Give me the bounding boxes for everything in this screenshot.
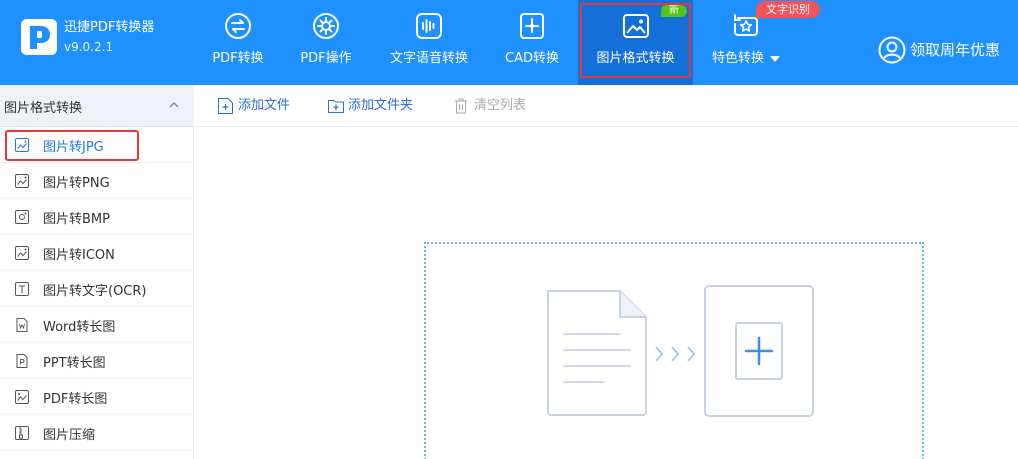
app-version: v9.0.2.1 [64, 40, 114, 54]
image-file-icon [15, 174, 29, 188]
app-logo-icon [21, 19, 57, 55]
ppt-doc-icon [16, 354, 28, 368]
file-drop-zone[interactable] [424, 242, 924, 459]
app-name: 迅捷PDF转换器 [64, 20, 155, 35]
chevron-up-icon [169, 102, 179, 108]
sidebar-item-pdf-to-long-image[interactable]: PDF转长图 [0, 379, 194, 415]
nav-label: CAD转换 [505, 51, 559, 66]
image-file-icon [15, 210, 29, 224]
add-file-icon [218, 98, 233, 114]
cad-drawing-icon [520, 13, 544, 39]
top-bar: 迅捷PDF转换器 v9.0.2.1 PDF转换 PDF操作 文字语音转换 CAD… [0, 0, 1018, 85]
sidebar-item-label: 图片转ICON [43, 248, 115, 263]
sidebar-item-image-to-icon[interactable]: 图片转ICON [0, 235, 194, 271]
add-file-button[interactable]: 添加文件 [217, 96, 301, 116]
drop-file-illustration-icon [547, 285, 814, 417]
text-box-icon [15, 282, 29, 296]
add-folder-label: 添加文件夹 [348, 98, 414, 113]
audio-wave-icon [416, 13, 442, 39]
highlight-frame [580, 3, 691, 78]
compress-file-icon [15, 426, 29, 440]
user-avatar-icon [878, 36, 906, 64]
sidebar-item-image-compress[interactable]: 图片压缩 [0, 415, 194, 451]
nav-pdf-convert[interactable]: PDF转换 [203, 0, 273, 85]
word-doc-icon [16, 318, 28, 332]
dropdown-caret-icon [770, 55, 780, 62]
sidebar-item-label: 图片转文字(OCR) [43, 284, 147, 299]
nav-label-text: 特色转换 [711, 51, 764, 66]
nav-text-voice-convert[interactable]: 文字语音转换 [383, 0, 475, 85]
clear-list-button[interactable]: 清空列表 [453, 96, 535, 116]
sidebar-item-label: 图片转BMP [43, 212, 110, 227]
image-file-icon [15, 246, 29, 260]
sidebar: 图片格式转换 图片转JPG 图片转PNG 图片转BMP 图片转ICON 图片转文… [0, 85, 194, 459]
nav-label: PDF转换 [212, 51, 264, 66]
sidebar-item-label: Word转长图 [43, 320, 116, 335]
sidebar-item-label: PDF转长图 [43, 392, 108, 407]
trash-icon [455, 98, 467, 114]
clear-list-label: 清空列表 [474, 98, 527, 113]
sidebar-item-image-to-jpg[interactable]: 图片转JPG [0, 127, 194, 163]
settings-gear-icon [313, 13, 339, 39]
sidebar-item-image-to-png[interactable]: 图片转PNG [0, 163, 194, 199]
nav-label: 特色转换 [700, 50, 792, 68]
add-folder-button[interactable]: 添加文件夹 [327, 96, 425, 116]
highlight-frame [5, 130, 139, 161]
sidebar-item-word-to-long-image[interactable]: Word转长图 [0, 307, 194, 343]
nav-image-format-convert[interactable]: 图片格式转换 新 [578, 0, 693, 85]
nav-pdf-operations[interactable]: PDF操作 [292, 0, 360, 85]
nav-label: PDF操作 [300, 51, 352, 66]
promo-label: 领取周年优惠 [910, 41, 1001, 59]
file-toolbar: 添加文件 添加文件夹 清空列表 [195, 85, 1018, 127]
sidebar-item-image-to-bmp[interactable]: 图片转BMP [0, 199, 194, 235]
sidebar-item-label: 图片转PNG [43, 176, 110, 191]
sidebar-item-label: PPT转长图 [43, 356, 106, 371]
sidebar-item-ppt-to-long-image[interactable]: PPT转长图 [0, 343, 194, 379]
nav-cad-convert[interactable]: CAD转换 [497, 0, 567, 85]
add-file-label: 添加文件 [238, 98, 291, 113]
app-brand: 迅捷PDF转换器 v9.0.2.1 [21, 17, 201, 67]
nav-label: 文字语音转换 [389, 51, 468, 66]
convert-circle-icon [225, 13, 251, 39]
sidebar-section-header[interactable]: 图片格式转换 [0, 85, 194, 127]
sidebar-item-image-to-text-ocr[interactable]: 图片转文字(OCR) [0, 271, 194, 307]
ocr-badge[interactable]: 文字识别 [756, 1, 820, 18]
sidebar-section-title: 图片格式转换 [4, 101, 83, 116]
sidebar-item-label: 图片压缩 [43, 428, 96, 443]
image-file-icon [15, 390, 29, 404]
add-folder-icon [328, 100, 344, 113]
